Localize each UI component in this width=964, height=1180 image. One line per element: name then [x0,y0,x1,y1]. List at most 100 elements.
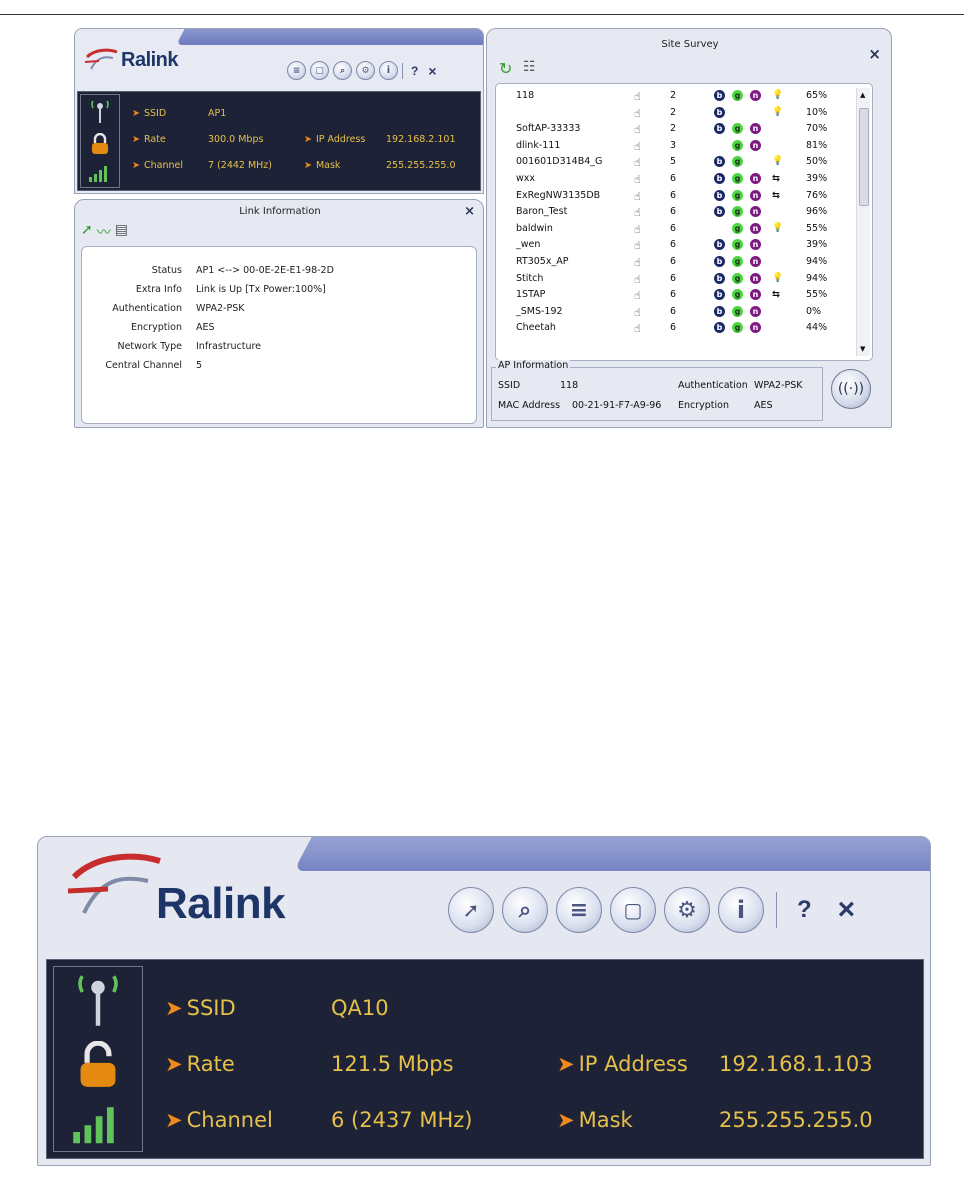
ap-row[interactable]: Cheetah ☝ 6 b g n 44% [496,322,856,338]
info-icon[interactable]: i [718,887,764,933]
throughput-graph-icon[interactable]: 〰 [97,222,111,242]
header-rule [0,14,964,15]
scroll-thumb[interactable] [859,108,869,206]
mode-n-icon: n [750,256,761,267]
ap-ssid: Baron_Test [516,206,568,218]
ap-signal-percent: 55% [806,289,828,301]
bulb-icon: 💡 [772,222,784,233]
close-button[interactable]: × [838,893,856,927]
search-icon[interactable]: ⌕ [502,887,548,933]
ap-row[interactable]: _SMS-192 ☝ 6 b g n 0% [496,305,856,322]
infrastructure-hand-icon: ☝ [634,272,641,286]
mode-g-icon: g [732,139,743,151]
ap-row[interactable]: 001601D314B4_G ☝ 5 b g 💡 50% [496,156,856,172]
tab-strip: ➚ 〰 ▤ [81,222,128,242]
unlock-icon [80,1040,116,1087]
close-button[interactable]: × [464,204,475,219]
info-icon[interactable]: i [379,61,398,80]
encryption-row: Encryption AES [130,322,215,333]
infrastructure-hand-icon: ☝ [634,206,641,220]
authentication-row: Authentication WPA2-PSK [112,303,245,314]
ap-channel: 2 [670,123,677,135]
list-icon[interactable]: ≡ [287,61,306,80]
gear-icon[interactable]: ⚙ [664,887,710,933]
mode-b-icon: b [714,322,725,334]
ap-signal-percent: 94% [806,272,828,284]
infrastructure-hand-icon: ☝ [634,173,641,186]
ap-auth-value: WPA2-PSK [754,380,803,391]
title-band [293,837,930,871]
channel-label: ➤ Channel [165,1108,273,1132]
window-title: Link Information [239,206,321,217]
list-view-icon[interactable]: ☷ [523,59,536,75]
ap-row[interactable]: 1STAP ☝ 6 b g n ⇆ 55% [496,289,856,305]
ap-list[interactable]: 118 ☝ 2 b g n 💡 65% ☝ 2 b 💡 10% SoftAP-33333 ☝ 2 b g n 70% d… [495,83,873,361]
mode-b-icon: b [714,272,725,284]
wps-icon: ⇆ [772,189,780,201]
ap-row[interactable]: baldwin ☝ 6 g n 💡 55% [496,222,856,239]
list-icon[interactable]: ≡ [556,887,602,933]
help-button[interactable]: ? [797,896,812,924]
scroll-up-icon[interactable]: ▲ [860,91,865,99]
mode-g-icon: g [732,206,743,218]
ap-ssid: 1STAP [516,289,546,301]
ip-address-label: ➤ IP Address [304,134,366,145]
ap-row[interactable]: Baron_Test ☝ 6 b g n 96% [496,206,856,222]
wps-icon: ⇆ [772,173,780,184]
scroll-down-icon[interactable]: ▼ [860,345,865,353]
bulb-icon: 💡 [772,156,784,167]
channel-value: 6 (2437 MHz) [331,1108,473,1132]
document-icon[interactable]: ▤ [115,222,128,242]
scrollbar[interactable]: ▲ ▼ [856,88,870,356]
ap-row[interactable]: RT305x_AP ☝ 6 b g n 94% [496,256,856,272]
mode-b-icon: b [714,90,725,101]
infrastructure-hand-icon: ☝ [634,90,641,103]
ap-mac-label: MAC Address [498,400,561,411]
page-icon[interactable]: ▢ [310,61,329,80]
ap-row[interactable]: Stitch ☝ 6 b g n 💡 94% [496,272,856,289]
mode-g-icon: g [732,289,743,301]
ap-row[interactable]: wxx ☝ 6 b g n ⇆ 39% [496,173,856,189]
ap-row[interactable]: dlink-111 ☝ 3 g n 81% [496,139,856,156]
rss-signal-icon[interactable]: ➚ [81,222,93,242]
ap-channel: 6 [670,305,677,317]
ap-row[interactable]: SoftAP-33333 ☝ 2 b g n 70% [496,123,856,139]
close-button[interactable]: × [428,63,436,79]
mode-b-icon: b [714,305,725,317]
ap-row[interactable]: 118 ☝ 2 b g n 💡 65% [496,90,856,106]
ap-ssid: _wen [516,239,541,251]
connect-wireless-button[interactable]: ((·)) [831,369,871,409]
mode-n-icon: n [750,305,761,317]
mode-g-icon: g [732,256,743,267]
ip-address-value: 192.168.2.101 [386,134,456,145]
rss-signal-icon[interactable]: ➚ [448,887,494,933]
ap-row[interactable]: ☝ 2 b 💡 10% [496,106,856,123]
ap-channel: 2 [670,106,677,118]
close-button[interactable]: × [868,45,881,63]
infrastructure-hand-icon: ☝ [634,322,641,336]
status-row: Status AP1 <--> 00-0E-2E-E1-98-2D [151,265,334,276]
mode-n-icon: n [750,189,761,201]
mode-n-icon: n [750,139,761,151]
ap-row[interactable]: ExRegNW3135DB ☝ 6 b g n ⇆ 76% [496,189,856,206]
mode-g-icon: g [732,173,743,184]
mask-value: 255.255.255.0 [719,1108,873,1132]
ssid-label: ➤ SSID [132,108,167,119]
page-icon[interactable]: ▢ [610,887,656,933]
ap-ssid: SoftAP-33333 [516,123,581,135]
bulb-icon: 💡 [772,90,784,100]
ap-channel: 6 [670,222,677,234]
ap-signal-percent: 44% [806,322,828,334]
antenna-icon [78,974,118,1026]
ip-address-value: 192.168.1.103 [719,1052,873,1076]
search-icon[interactable]: ⌕ [333,61,352,80]
bulb-icon: 💡 [772,272,784,283]
gear-icon[interactable]: ⚙ [356,61,375,80]
mode-b-icon: b [714,256,725,267]
ap-row[interactable]: _wen ☝ 6 b g n 39% [496,239,856,255]
rescan-icon[interactable]: ↻ [499,59,512,78]
ap-channel: 6 [670,189,677,201]
mode-n-icon: n [750,123,761,135]
ap-channel: 6 [670,239,677,251]
help-button[interactable]: ? [411,64,418,78]
